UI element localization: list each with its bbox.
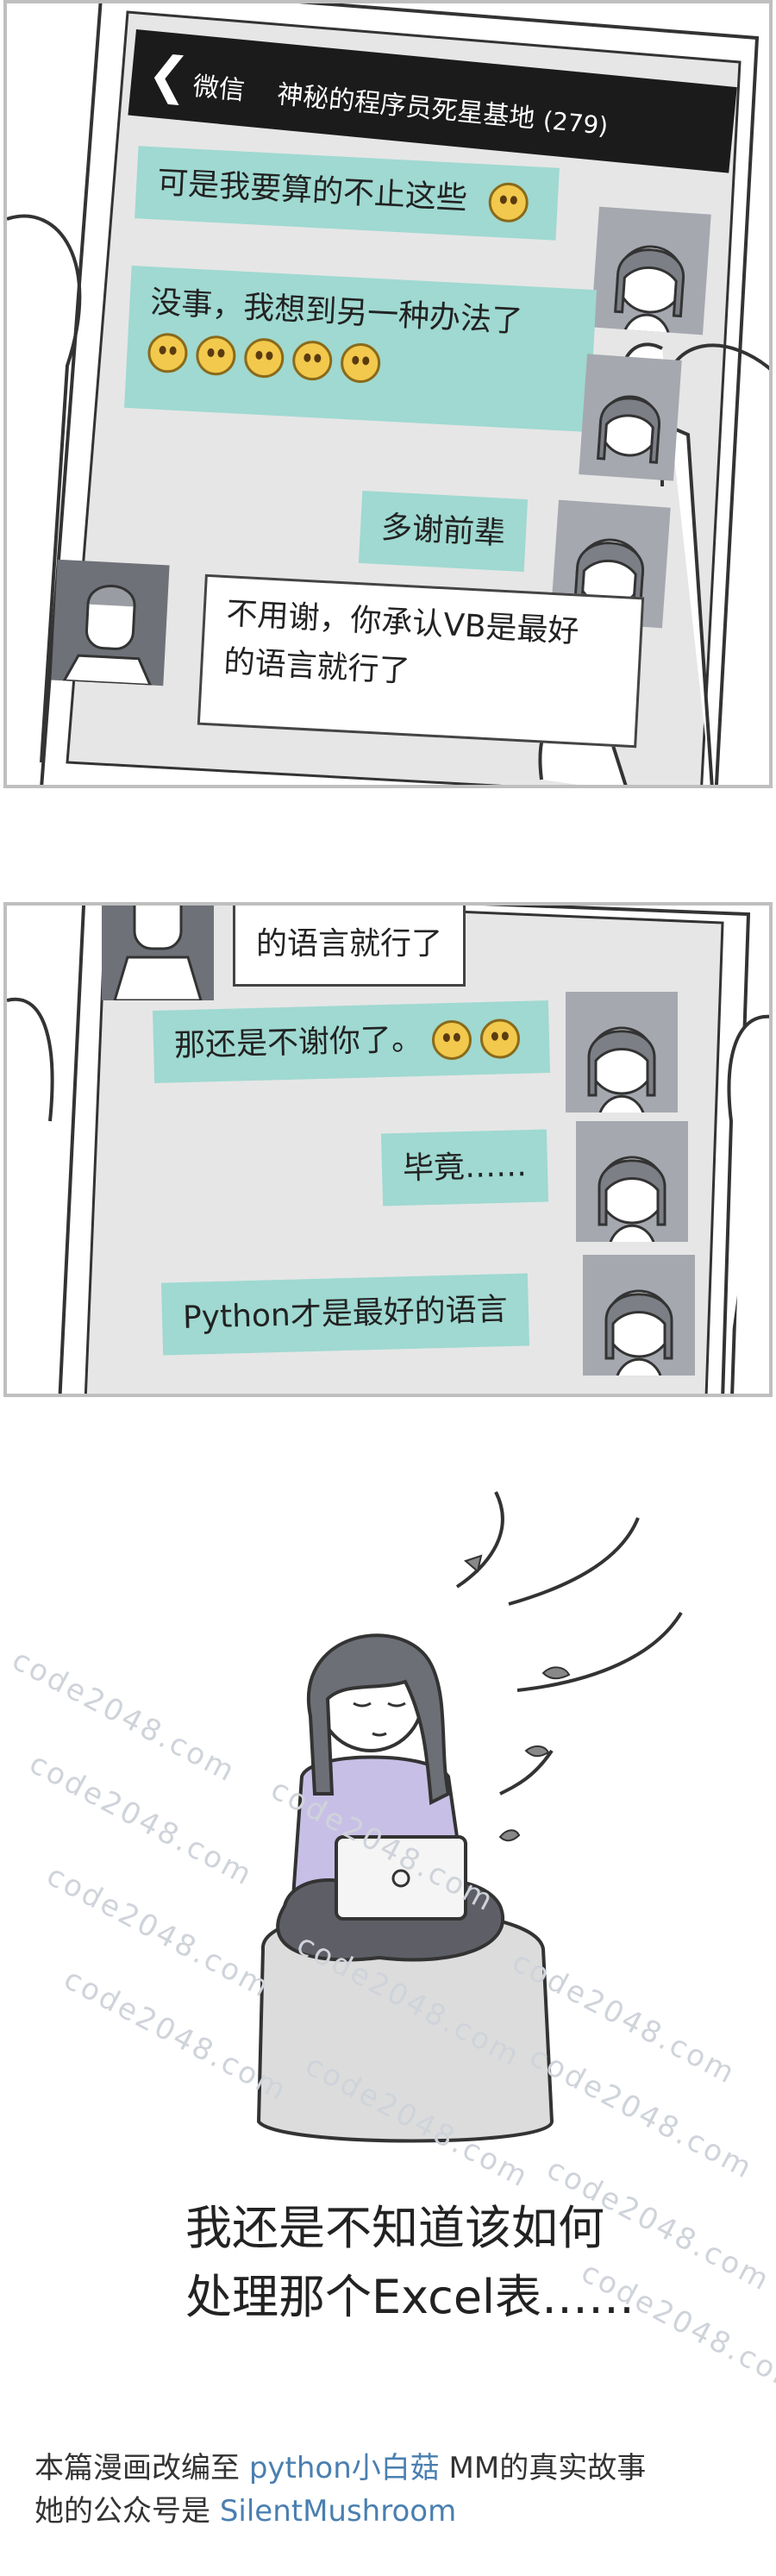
avatar-girl bbox=[583, 1255, 695, 1376]
chat-bubble-6: 那还是不谢你了。 bbox=[152, 1000, 551, 1083]
avatar-girl bbox=[591, 206, 711, 335]
avatar-girl bbox=[576, 1121, 688, 1242]
message-text: Python才是最好的语言 bbox=[182, 1292, 509, 1336]
chat-bubble-8: Python才是最好的语言 bbox=[160, 1273, 529, 1356]
cute-emoji-icon bbox=[479, 1018, 522, 1060]
message-text: 的语言就行了 bbox=[256, 926, 443, 962]
message-text: 那还是不谢你了。 bbox=[173, 1021, 423, 1064]
comic-panel-1: ❮ 微信 神秘的程序员死星基地 (279) 可是我要算的不止这些 没事，我想到另一… bbox=[3, 0, 773, 788]
avatar-girl bbox=[579, 354, 682, 481]
cute-emoji-icon bbox=[147, 332, 189, 374]
chat-bubble-3: 多谢前辈 bbox=[358, 491, 529, 572]
group-name: 神秘的程序员死星基地 bbox=[275, 79, 536, 135]
group-title: 神秘的程序员死星基地 (279) bbox=[276, 72, 610, 142]
chat-bubble-2: 没事，我想到另一种办法了 bbox=[124, 265, 597, 433]
member-count: (279) bbox=[541, 105, 610, 141]
footer-text: MM的真实故事 bbox=[439, 2451, 647, 2485]
cute-emoji-icon bbox=[243, 336, 285, 379]
cute-emoji-icon bbox=[195, 335, 237, 377]
back-arrow-icon[interactable]: ❮ bbox=[145, 44, 192, 106]
comic-panel-2: 的语言就行了 那还是不谢你了。 毕竟…… Python才是最好的语言 bbox=[3, 902, 773, 1397]
footer-author: python小白菇 bbox=[248, 2451, 440, 2485]
footer-text: 本篇漫画改编至 bbox=[34, 2451, 249, 2485]
cute-emoji-icon bbox=[291, 339, 334, 382]
cute-emoji-icon bbox=[339, 342, 382, 385]
avatar-senior-man bbox=[51, 559, 170, 686]
footer-line-2: 她的公众号是 SilentMushroom bbox=[34, 2491, 456, 2532]
caption-line-1: 我还是不知道该如何 bbox=[185, 2201, 604, 2255]
message-text: 可是我要算的不止这些 bbox=[156, 165, 468, 217]
crying-emoji-icon bbox=[487, 181, 530, 223]
footer-line-1: 本篇漫画改编至 python小白菇 MM的真实故事 bbox=[34, 2448, 646, 2489]
cute-emoji-icon bbox=[431, 1019, 473, 1061]
footer-text: 她的公众号是 bbox=[34, 2494, 220, 2529]
caption-line-2: 处理那个Excel表…… bbox=[185, 2270, 635, 2324]
message-text: 多谢前辈 bbox=[380, 510, 507, 552]
chat-bubble-7: 毕竟…… bbox=[380, 1129, 549, 1207]
chat-bubble-4: 不用谢，你承认VB是最好 的语言就行了 bbox=[197, 573, 645, 749]
message-text: 毕竟…… bbox=[402, 1148, 528, 1187]
app-label: 微信 bbox=[191, 71, 247, 107]
chat-bubble-5: 的语言就行了 bbox=[233, 906, 466, 987]
avatar-senior-man bbox=[102, 906, 214, 1000]
footer-account: SilentMushroom bbox=[219, 2494, 457, 2529]
avatar-girl bbox=[566, 992, 678, 1113]
